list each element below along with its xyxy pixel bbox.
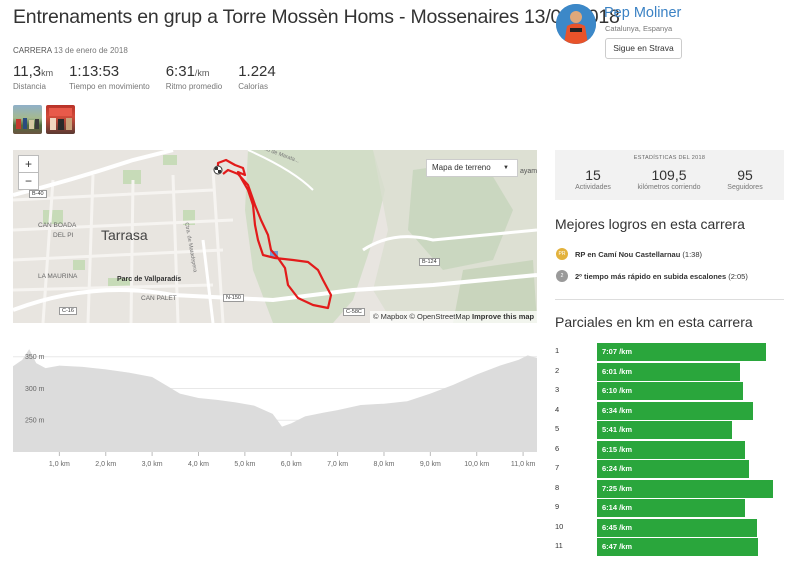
stat-pace: 6:31/km Ritmo promedio bbox=[165, 63, 223, 91]
x-tick-label: 6,0 km bbox=[281, 461, 302, 468]
athlete-location: Catalunya, Espanya bbox=[605, 24, 673, 33]
split-km: 10 bbox=[555, 521, 564, 531]
elevation-chart[interactable]: 250 m 300 m 350 m 1,0 km 2,0 km 3,0 km 4,0 km… bbox=[13, 340, 537, 472]
activity-meta: CARRERA 13 de enero de 2018 bbox=[13, 46, 128, 55]
map-label-park: Parc de Vallparadís bbox=[117, 276, 182, 283]
map-type-label: Mapa de terreno bbox=[432, 163, 491, 172]
split-pace: 6:45 /km bbox=[602, 522, 633, 532]
attribution-text[interactable]: © Mapbox © OpenStreetMap bbox=[373, 312, 470, 321]
split-km: 2 bbox=[555, 365, 560, 375]
activity-type: CARRERA bbox=[13, 46, 52, 55]
stat-moving-time: 1:13:53 Tiempo en movimiento bbox=[69, 63, 150, 91]
map-label-district: CAN PALET bbox=[141, 295, 177, 302]
x-tick-label: 10,0 km bbox=[464, 461, 489, 468]
split-km: 11 bbox=[555, 541, 563, 550]
split-pace: 6:47 /km bbox=[602, 542, 633, 551]
map-label-road: C-16 bbox=[59, 307, 77, 315]
achievement-item[interactable]: PR RP en Camí Nou Castellarnau (1:38) bbox=[556, 248, 702, 260]
map-label-district: CAN BOADA bbox=[38, 222, 77, 229]
year-stats: ESTADÍSTICAS DEL 2018 15 Actividades 109… bbox=[555, 150, 784, 200]
stat-calories: 1.224 Calorías bbox=[238, 63, 276, 91]
x-tick-label: 4,0 km bbox=[188, 461, 209, 468]
year-stats-title: ESTADÍSTICAS DEL 2018 bbox=[633, 155, 706, 161]
split-pace: 6:34 /km bbox=[602, 405, 633, 415]
split-pace: 7:25 /km bbox=[602, 483, 633, 493]
split-row[interactable]: 7 6:24 /km bbox=[555, 460, 784, 478]
split-km: 4 bbox=[555, 404, 560, 414]
x-tick-label: 8,0 km bbox=[373, 461, 394, 468]
year-stat-km: 109,5 kilómetros corriendo bbox=[637, 167, 701, 191]
achievements-title: Mejores logros en esta carrera bbox=[555, 216, 745, 232]
y-tick-label: 350 m bbox=[25, 354, 45, 361]
map-label-place: ayam bbox=[520, 168, 537, 175]
map-type-dropdown[interactable]: Mapa de terreno ▼ bbox=[426, 159, 518, 177]
split-row[interactable]: 6 6:15 /km bbox=[555, 440, 784, 459]
elevation-area bbox=[13, 349, 537, 452]
caret-down-icon: ▼ bbox=[503, 165, 509, 171]
x-tick-label: 11,0 km bbox=[511, 461, 536, 468]
split-km: 1 bbox=[555, 346, 560, 355]
x-tick-label: 5,0 km bbox=[234, 461, 255, 468]
activity-date: 13 de enero de 2018 bbox=[53, 46, 128, 55]
split-row[interactable]: 9 6:14 /km bbox=[555, 499, 784, 517]
split-pace: 6:24 /km bbox=[602, 464, 633, 473]
activity-photo[interactable] bbox=[13, 105, 42, 134]
split-row[interactable]: 4 6:34 /km bbox=[555, 401, 784, 420]
map-label-road: B-40 bbox=[29, 190, 47, 198]
athlete-name[interactable]: Pep Moliner bbox=[604, 5, 681, 21]
map-label-district: LA MAURINA bbox=[38, 273, 78, 280]
split-km: 5 bbox=[555, 424, 560, 433]
stat-distance: 11,3km Distancia bbox=[13, 63, 54, 91]
split-row[interactable]: 11 6:47 /km bbox=[555, 538, 784, 556]
split-pace: 7:07 /km bbox=[602, 347, 633, 356]
split-row[interactable]: 3 6:10 /km bbox=[555, 382, 784, 400]
y-tick-label: 300 m bbox=[25, 386, 45, 393]
map-label-road: N-150 bbox=[223, 294, 244, 302]
activity-stats: 11,3km Distancia 1:13:53 Tiempo en movim… bbox=[13, 63, 292, 91]
activity-title: Entrenaments en grup a Torre Mossèn Homs… bbox=[13, 6, 620, 28]
split-row[interactable]: 2 6:01 /km bbox=[555, 362, 784, 381]
split-pace: 6:14 /km bbox=[602, 503, 633, 512]
year-stat-followers: 95 Seguidores bbox=[727, 167, 763, 191]
split-pace: 6:15 /km bbox=[602, 444, 633, 454]
map-attribution: © Mapbox © OpenStreetMap Improve this ma… bbox=[370, 311, 538, 323]
silver-medal-icon: 2 bbox=[556, 270, 568, 282]
x-tick-label: 3,0 km bbox=[142, 461, 163, 468]
split-row[interactable]: 10 6:45 /km bbox=[555, 518, 784, 537]
divider bbox=[555, 299, 784, 300]
split-row[interactable]: 1 7:07 /km bbox=[555, 343, 784, 361]
map-label-road: C-58C bbox=[343, 308, 365, 316]
elevation-x-labels: 1,0 km 2,0 km 3,0 km 4,0 km 5,0 km 6,0 km 7,0 … bbox=[49, 452, 536, 468]
split-km: 7 bbox=[555, 463, 560, 472]
pr-medal-icon: PR bbox=[556, 248, 568, 260]
athlete-avatar[interactable] bbox=[556, 4, 596, 44]
zoom-in-button[interactable]: + bbox=[18, 155, 39, 173]
y-tick-label: 250 m bbox=[25, 418, 45, 425]
improve-map-link[interactable]: Improve this map bbox=[472, 312, 534, 321]
x-tick-label: 2,0 km bbox=[95, 461, 116, 468]
year-stat-activities: 15 Actividades bbox=[575, 167, 611, 191]
split-km: 6 bbox=[555, 443, 560, 453]
x-tick-label: 9,0 km bbox=[420, 461, 441, 468]
map-label-road: B-124 bbox=[419, 258, 440, 266]
split-pace: 6:01 /km bbox=[602, 366, 633, 376]
split-row[interactable]: 5 5:41 /km bbox=[555, 421, 784, 439]
split-km: 8 bbox=[555, 482, 560, 492]
split-pace: 5:41 /km bbox=[602, 425, 633, 434]
split-pace: 6:10 /km bbox=[602, 386, 633, 395]
map-label-district: DEL PI bbox=[53, 232, 74, 239]
split-km: 9 bbox=[555, 502, 560, 511]
x-tick-label: 7,0 km bbox=[327, 461, 348, 468]
split-row[interactable]: 8 7:25 /km bbox=[555, 479, 784, 498]
map-label-city: Tarrasa bbox=[101, 227, 148, 243]
x-tick-label: 1,0 km bbox=[49, 461, 70, 468]
split-km: 3 bbox=[555, 385, 560, 394]
follow-button[interactable]: Sigue en Strava bbox=[605, 38, 682, 59]
achievement-item[interactable]: 2 2º tiempo más rápido en subida escalon… bbox=[556, 270, 748, 282]
zoom-out-button[interactable]: − bbox=[18, 172, 39, 190]
splits-title: Parciales en km en esta carrera bbox=[555, 314, 753, 330]
activity-photo[interactable] bbox=[46, 105, 75, 134]
